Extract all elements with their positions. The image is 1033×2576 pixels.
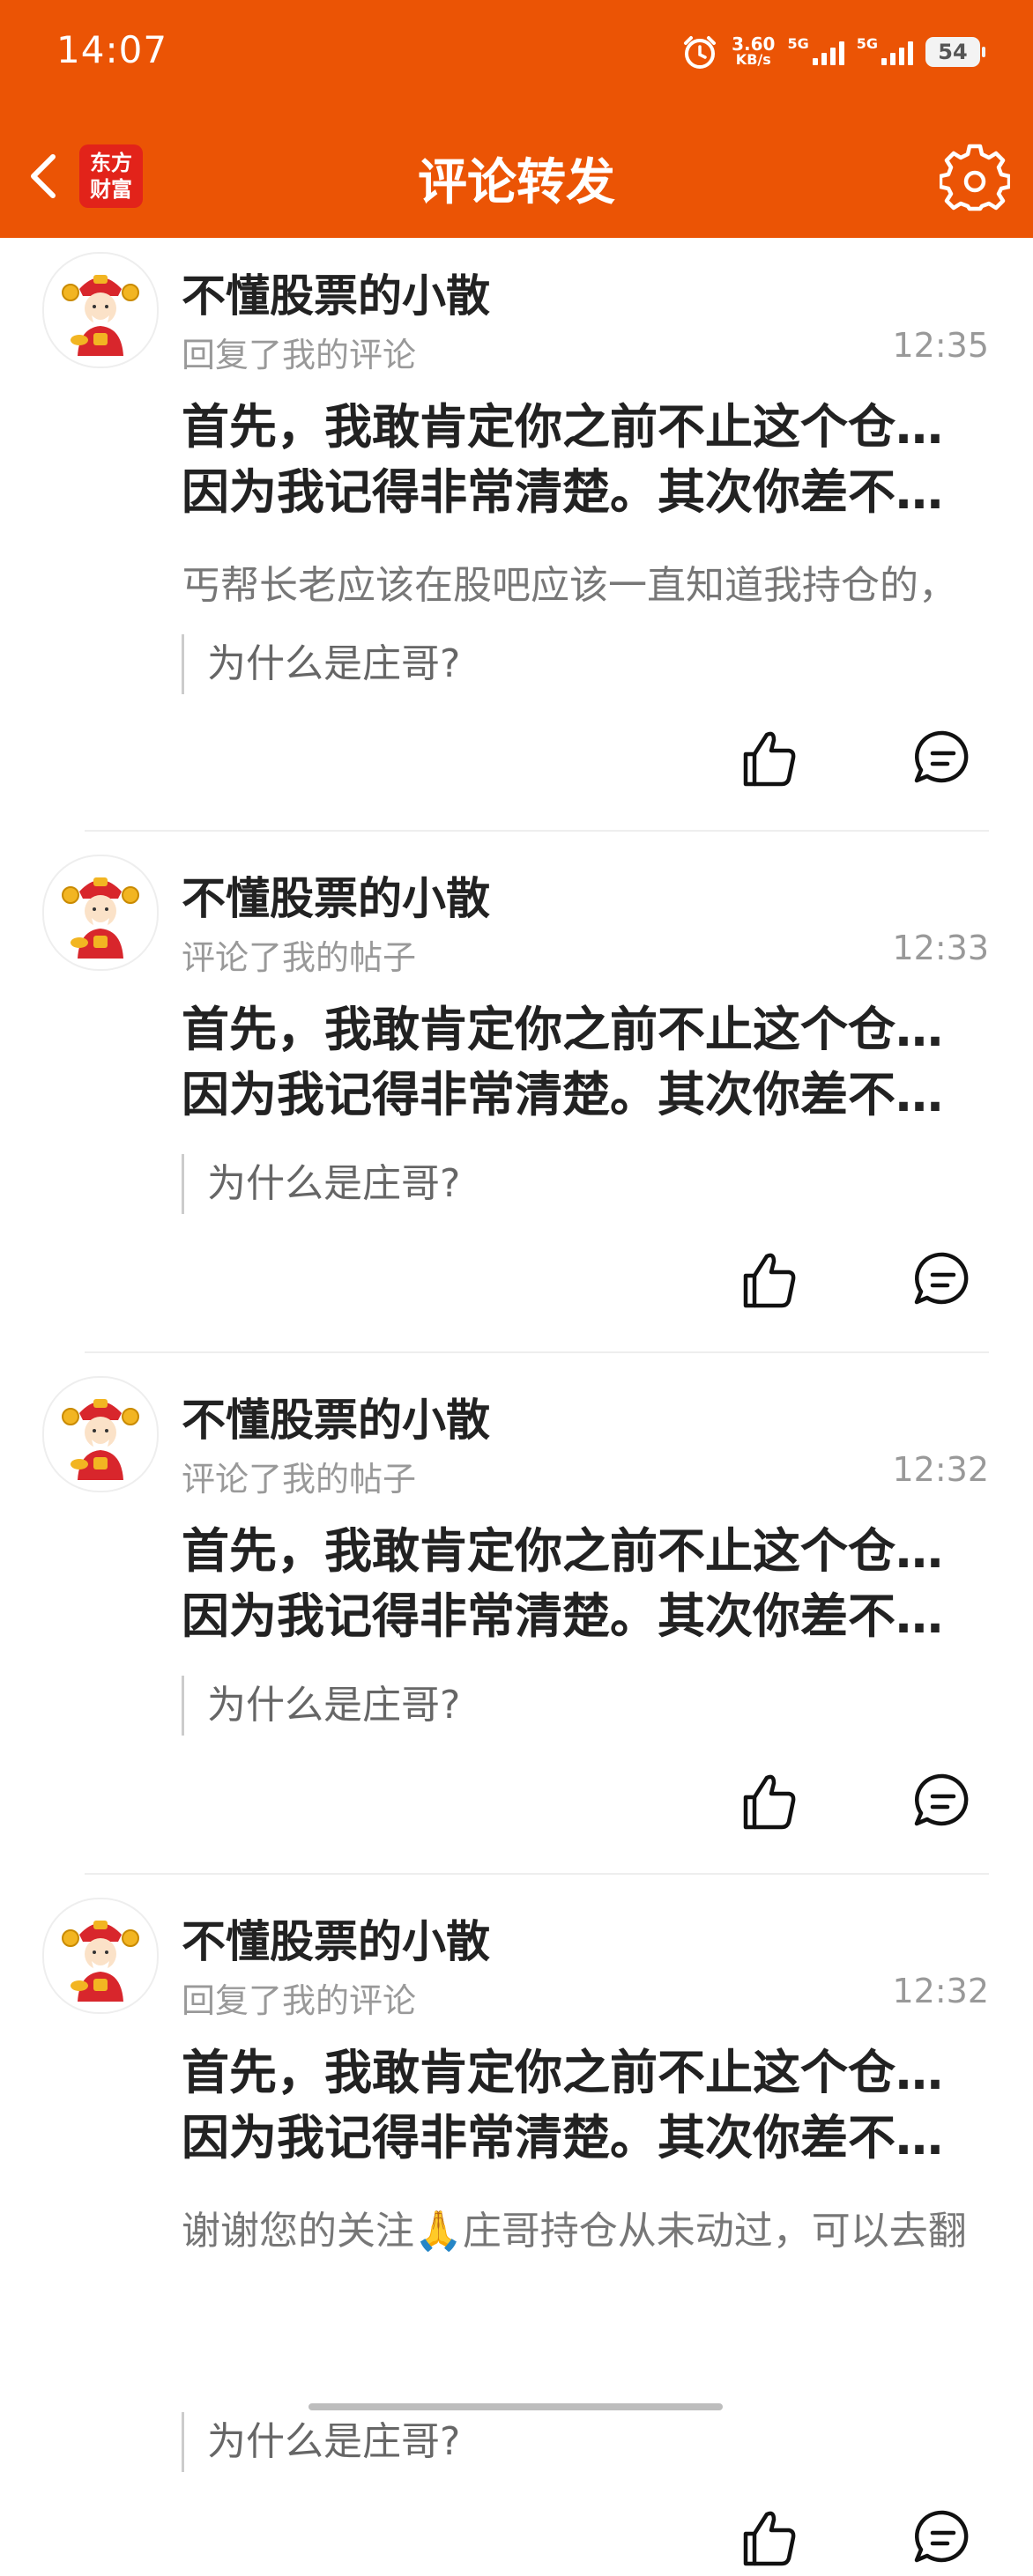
user-name[interactable]: 不懂股票的小散	[182, 863, 490, 927]
comment-line-2: 因为我记得非常清楚。其次你差不多4…	[182, 464, 978, 520]
comment-line-2: 因为我记得非常清楚。其次你差不多4…	[182, 1588, 978, 1644]
status-time: 14:07	[56, 28, 168, 71]
home-indicator[interactable]	[308, 2403, 723, 2410]
divider	[85, 1351, 989, 1353]
user-name[interactable]: 不懂股票的小散	[182, 1385, 490, 1448]
like-button[interactable]	[733, 722, 804, 793]
signal-2: 5G	[857, 35, 913, 65]
alarm-icon	[684, 36, 717, 69]
status-bar: 14:07 3.60 KB/s 5G 5G 54	[0, 0, 1033, 106]
user-name[interactable]: 不懂股票的小散	[182, 261, 490, 324]
comment-icon	[908, 722, 978, 793]
action-text: 评论了我的帖子	[182, 1460, 417, 1499]
quoted-text[interactable]: 为什么是庄哥?	[182, 1154, 460, 1214]
reply-text: 丐帮长老应该在股吧应该一直知道我持仓的，	[182, 563, 957, 608]
page-title: 评论转发	[418, 154, 615, 211]
comment-line-1: 首先，我敢肯定你之前不止这个仓位，	[182, 1002, 978, 1057]
network-speed-unit: KB/s	[735, 51, 771, 68]
comment-button[interactable]	[908, 2502, 978, 2572]
action-text: 回复了我的评论	[182, 336, 417, 374]
signal-2-bars-icon	[881, 39, 913, 65]
comment-content[interactable]: 首先，我敢肯定你之前不止这个仓位， 因为我记得非常清楚。其次你差不多4…	[182, 997, 978, 1128]
user-name[interactable]: 不懂股票的小散	[182, 1906, 490, 1970]
quoted-text[interactable]: 为什么是庄哥?	[182, 2412, 460, 2472]
comment-button[interactable]	[908, 1244, 978, 1314]
network-speed-value: 3.60	[732, 33, 776, 55]
battery-icon: 54	[925, 37, 985, 67]
timestamp: 12:32	[892, 1972, 989, 2010]
comment-line-2: 因为我记得非常清楚。其次你差不多4…	[182, 1067, 978, 1122]
thumbs-up-icon	[733, 1244, 804, 1314]
gear-icon	[938, 144, 1012, 211]
avatar[interactable]	[42, 855, 159, 971]
signal-1: 5G	[787, 35, 844, 65]
divider	[85, 1873, 989, 1875]
comment-content[interactable]: 首先，我敢肯定你之前不止这个仓位， 因为我记得非常清楚。其次你差不多4…	[182, 2040, 978, 2171]
comment-line-2: 因为我记得非常清楚。其次你差不多4…	[182, 2110, 978, 2165]
comment-icon	[908, 1765, 978, 1836]
comment-content[interactable]: 首先，我敢肯定你之前不止这个仓位， 因为我记得非常清楚。其次你差不多4…	[182, 1519, 978, 1649]
like-button[interactable]	[733, 1765, 804, 1836]
avatar[interactable]	[42, 252, 159, 368]
comment-icon	[908, 1244, 978, 1314]
thumbs-up-icon	[733, 1765, 804, 1836]
comment-button[interactable]	[908, 722, 978, 793]
thumbs-up-icon	[733, 722, 804, 793]
action-text: 回复了我的评论	[182, 1981, 417, 2020]
comment-line-1: 首先，我敢肯定你之前不止这个仓位，	[182, 399, 978, 455]
settings-button[interactable]	[938, 143, 1012, 213]
signal-1-bars-icon	[812, 39, 844, 65]
folded-hands-emoji: 🙏	[414, 2209, 463, 2254]
quoted-text[interactable]: 为什么是庄哥?	[182, 1676, 460, 1736]
comment-line-1: 首先，我敢肯定你之前不止这个仓位，	[182, 1523, 978, 1579]
action-text: 评论了我的帖子	[182, 938, 417, 977]
app-header: 14:07 3.60 KB/s 5G 5G 54 东方 财富 评论转发	[0, 0, 1033, 238]
comment-content[interactable]: 首先，我敢肯定你之前不止这个仓位， 因为我记得非常清楚。其次你差不多4…	[182, 395, 978, 525]
comment-icon	[908, 2502, 978, 2572]
nav-bar: 东方 财富 评论转发	[0, 123, 1033, 229]
reply-text-part2: 庄哥持仓从未动过，可以去翻	[462, 2209, 967, 2254]
avatar[interactable]	[42, 1376, 159, 1492]
signal-2-label: 5G	[856, 35, 878, 52]
quoted-text[interactable]: 为什么是庄哥?	[182, 634, 460, 694]
timestamp: 12:32	[892, 1450, 989, 1489]
timestamp: 12:33	[892, 929, 989, 967]
signal-1-label: 5G	[787, 35, 809, 52]
like-button[interactable]	[733, 1244, 804, 1314]
network-speed: 3.60 KB/s	[732, 33, 776, 68]
comment-button[interactable]	[908, 1765, 978, 1836]
status-icons: 3.60 KB/s 5G 5G 54	[680, 30, 985, 74]
reply-text-part1: 谢谢您的关注	[182, 2209, 414, 2254]
reply-text: 谢谢您的关注🙏庄哥持仓从未动过，可以去翻	[182, 2199, 992, 2255]
battery-level: 54	[938, 40, 968, 64]
avatar[interactable]	[42, 1898, 159, 2014]
comment-line-1: 首先，我敢肯定你之前不止这个仓位，	[182, 2045, 978, 2100]
like-button[interactable]	[733, 2502, 804, 2572]
timestamp: 12:35	[892, 326, 989, 365]
thumbs-up-icon	[733, 2502, 804, 2572]
divider	[85, 830, 989, 832]
